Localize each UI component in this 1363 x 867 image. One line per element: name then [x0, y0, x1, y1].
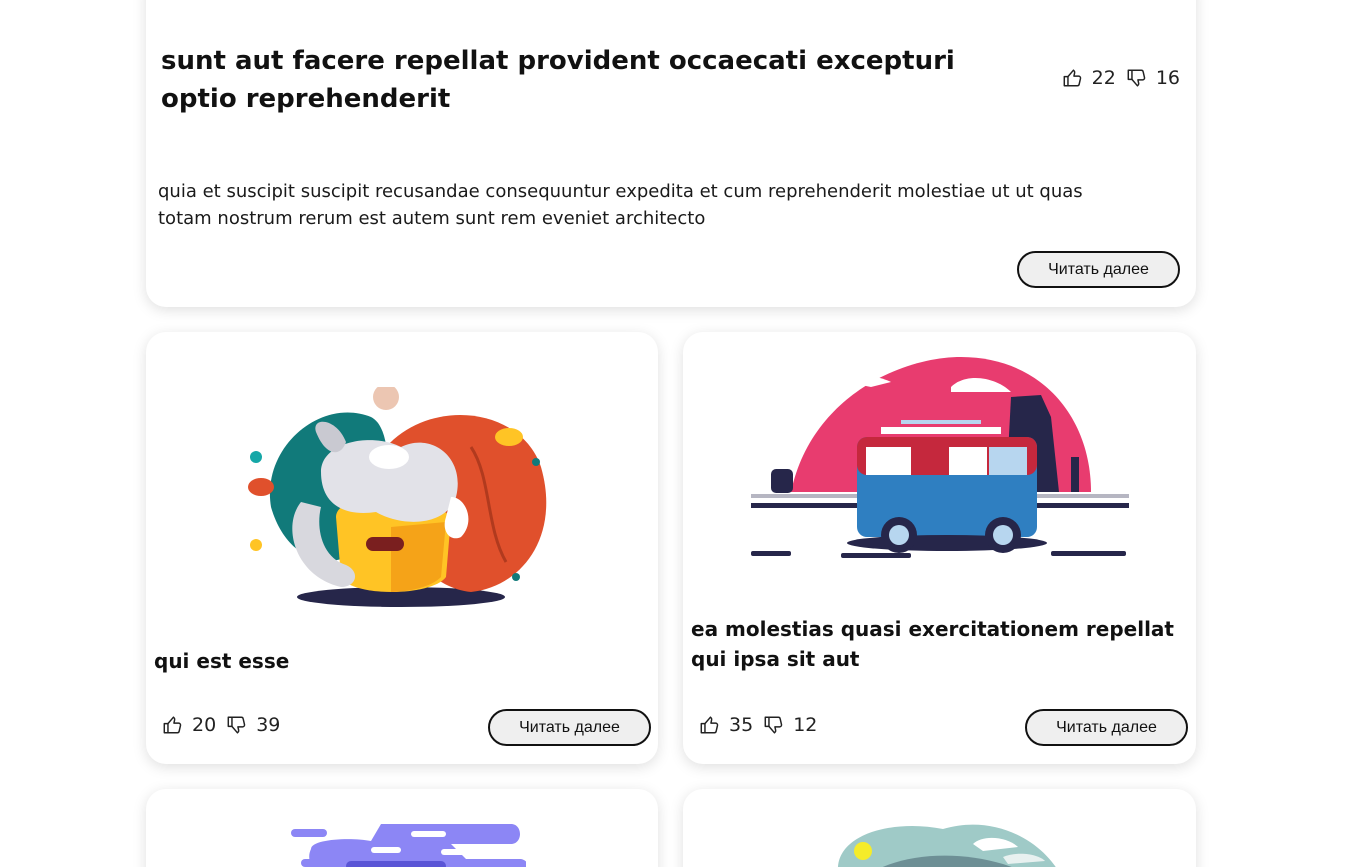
cat-sleeping-illustration [248, 387, 547, 607]
thumbs-up-icon [163, 716, 182, 734]
like-button[interactable]: 35 [699, 714, 763, 736]
post-card: qui est esse 20 39 Читать далее [146, 332, 658, 764]
like-button[interactable]: 22 [1062, 67, 1126, 89]
dislike-count: 39 [256, 714, 281, 736]
post-card [146, 789, 658, 867]
thumbs-down-icon [1127, 69, 1146, 87]
mountain-landscape-illustration [838, 824, 1056, 867]
dislike-count: 16 [1155, 67, 1180, 89]
dislike-count: 12 [793, 714, 818, 736]
read-more-button[interactable]: Читать далее [488, 709, 651, 746]
post-card: ea molestias quasi exercitationem repell… [683, 332, 1196, 764]
dislike-button[interactable]: 39 [226, 714, 280, 736]
read-more-button[interactable]: Читать далее [1017, 251, 1180, 288]
like-count: 20 [192, 714, 217, 736]
post-card-featured: sunt aut facere repellat provident occae… [146, 0, 1196, 307]
post-body: quia et suscipit suscipit recusandae con… [158, 181, 1083, 229]
dislike-button[interactable]: 16 [1126, 67, 1180, 89]
like-count: 22 [1091, 67, 1116, 89]
like-button[interactable]: 20 [162, 714, 226, 736]
thumbs-up-icon [700, 716, 719, 734]
post-reactions: 20 39 [162, 714, 280, 736]
post-title: qui est esse [154, 649, 290, 673]
post-title: ea molestias quasi exercitationem repell… [691, 617, 1174, 671]
thumbs-down-icon [764, 716, 783, 734]
dislike-button[interactable]: 12 [763, 714, 817, 736]
post-card [683, 789, 1196, 867]
read-more-button[interactable]: Читать далее [1025, 709, 1188, 746]
thumbs-up-icon [1063, 69, 1081, 87]
like-count: 35 [729, 714, 754, 736]
purple-clouds-illustration [291, 824, 526, 867]
post-title: sunt aut facere repellat provident occae… [161, 46, 955, 114]
camper-van-illustration [751, 357, 1129, 579]
thumbs-down-icon [227, 716, 246, 734]
post-reactions: 35 12 [699, 714, 817, 736]
post-reactions: 22 16 [1062, 67, 1180, 89]
